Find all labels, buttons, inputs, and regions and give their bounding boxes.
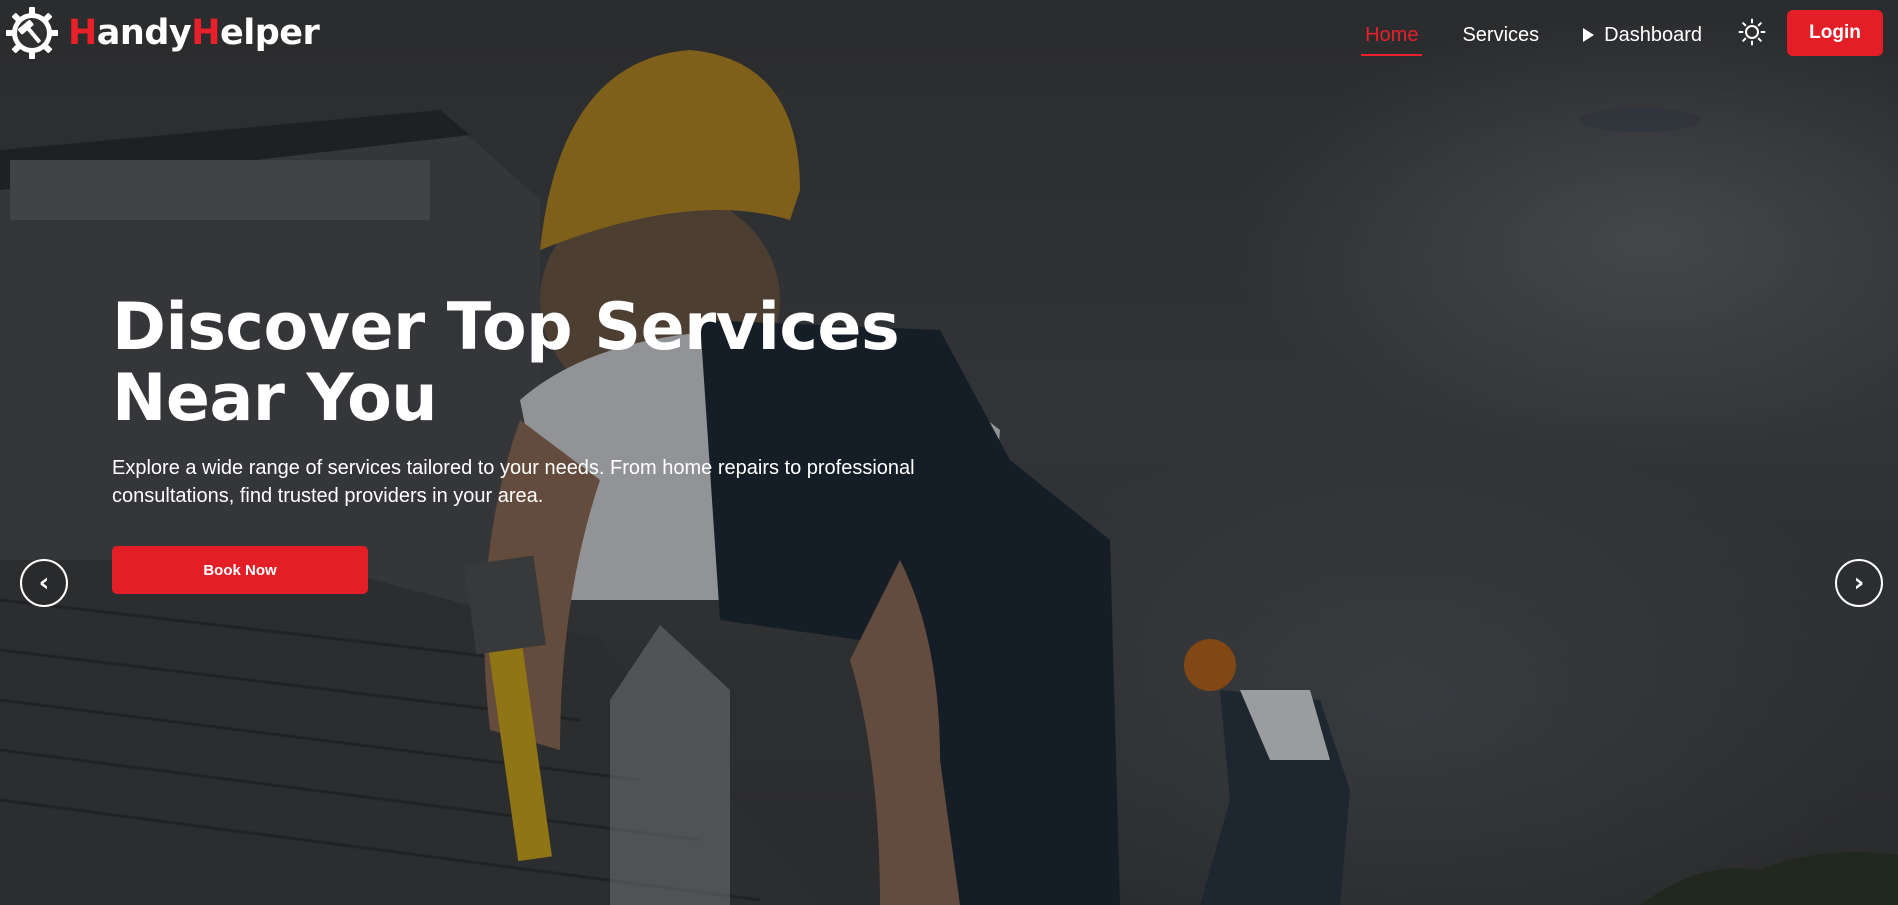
hero-title-line-2: Near You	[112, 361, 438, 436]
nav-link-home[interactable]: Home	[1361, 16, 1423, 56]
nav-link-dashboard-label: Dashboard	[1604, 23, 1702, 46]
hero-title: Discover Top Services Near You	[112, 292, 1012, 434]
chevron-right-icon: ›	[1853, 568, 1865, 598]
brand-name: HandyHelper	[68, 13, 320, 53]
book-now-button[interactable]: Book Now	[112, 546, 368, 594]
carousel-prev-button[interactable]: ‹	[20, 559, 68, 607]
carousel-next-button[interactable]: ›	[1835, 559, 1883, 607]
login-button[interactable]: Login	[1787, 10, 1883, 56]
sun-icon	[1738, 18, 1766, 46]
chevron-left-icon: ‹	[38, 568, 50, 598]
navbar: HandyHelper Home Services Dashboard Logi…	[0, 0, 1898, 68]
play-icon	[1583, 28, 1595, 42]
hero-section: HandyHelper Home Services Dashboard Logi…	[0, 0, 1898, 905]
nav-links: Home Services Dashboard	[1321, 16, 1702, 56]
hero-content: Discover Top Services Near You Explore a…	[112, 292, 1012, 510]
gear-hammer-icon	[6, 7, 58, 59]
hero-title-line-1: Discover Top Services	[112, 290, 900, 365]
nav-link-dashboard[interactable]: Dashboard	[1583, 16, 1702, 54]
hero-subtitle: Explore a wide range of services tailore…	[112, 457, 915, 507]
brand-logo-link[interactable]: HandyHelper	[6, 7, 320, 59]
nav-link-services[interactable]: Services	[1462, 16, 1539, 54]
theme-toggle-button[interactable]	[1737, 17, 1767, 47]
